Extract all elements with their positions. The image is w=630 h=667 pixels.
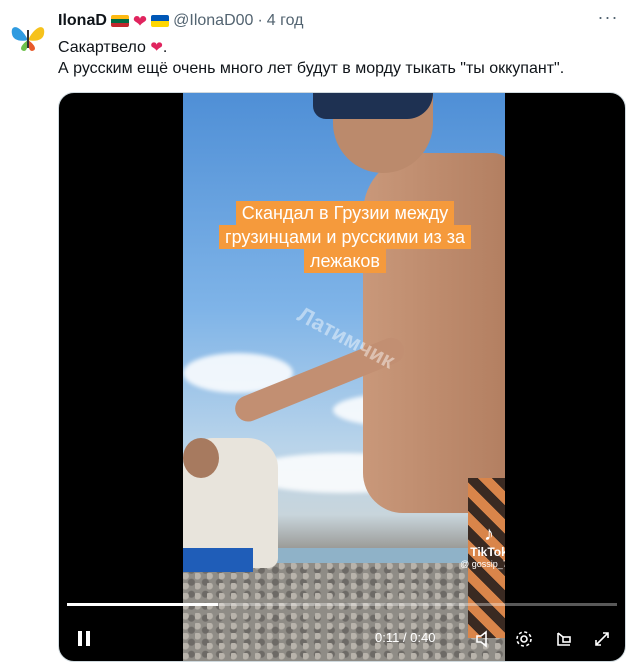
tweet-text-word: Сакартвело bbox=[58, 39, 146, 56]
fullscreen-icon[interactable] bbox=[589, 618, 615, 658]
settings-icon[interactable] bbox=[511, 618, 537, 658]
pip-icon[interactable] bbox=[551, 618, 577, 658]
author-name[interactable]: IlonaD bbox=[58, 12, 107, 30]
avatar-butterfly-icon bbox=[11, 27, 45, 51]
avatar[interactable] bbox=[6, 10, 50, 54]
video-player[interactable]: Скандал в Грузии между грузинцами и русс… bbox=[58, 92, 626, 662]
progress-fill bbox=[67, 603, 219, 606]
tweet-text-line-2: А русским ещё очень много лет будут в мо… bbox=[58, 60, 565, 77]
tiktok-icon: ♪ bbox=[484, 523, 494, 545]
tiktok-user: @ gossip_791 bbox=[460, 559, 505, 569]
seated-person-head bbox=[183, 438, 219, 478]
volume-icon[interactable] bbox=[471, 618, 497, 658]
lithuania-flag-icon bbox=[110, 15, 129, 27]
tiktok-badge: ♪ TikTok @ gossip_791 bbox=[459, 523, 505, 569]
video-caption-text: Скандал в Грузии между грузинцами и русс… bbox=[219, 201, 471, 273]
separator: · bbox=[257, 12, 263, 29]
ukraine-flag-icon bbox=[151, 15, 170, 27]
video-frame[interactable]: Скандал в Грузии между грузинцами и русс… bbox=[183, 93, 505, 661]
more-icon[interactable]: ··· bbox=[596, 8, 620, 30]
tiktok-brand: TikTok bbox=[470, 545, 505, 559]
tweet-text: Сакартвело ❤. А русским ещё очень много … bbox=[58, 37, 618, 79]
tweet-text-line-1: Сакартвело ❤. bbox=[58, 39, 168, 56]
video-caption: Скандал в Грузии между грузинцами и русс… bbox=[213, 201, 477, 273]
heart-icon: ❤ bbox=[150, 39, 163, 56]
author-handle[interactable]: @IlonaD00 bbox=[173, 12, 253, 30]
tweet-header: IlonaD ❤ @IlonaD00 · 4 год bbox=[58, 10, 303, 32]
timestamp[interactable]: 4 год bbox=[267, 12, 304, 30]
time-readout: 0:11 / 0:40 bbox=[375, 630, 436, 645]
video-controls: 0:11 / 0:40 bbox=[59, 618, 625, 658]
pause-icon[interactable] bbox=[69, 618, 99, 658]
man-cap bbox=[313, 93, 433, 119]
beach-chair bbox=[183, 548, 253, 572]
heart-icon: ❤ bbox=[132, 11, 148, 31]
progress-bar[interactable] bbox=[67, 603, 617, 606]
